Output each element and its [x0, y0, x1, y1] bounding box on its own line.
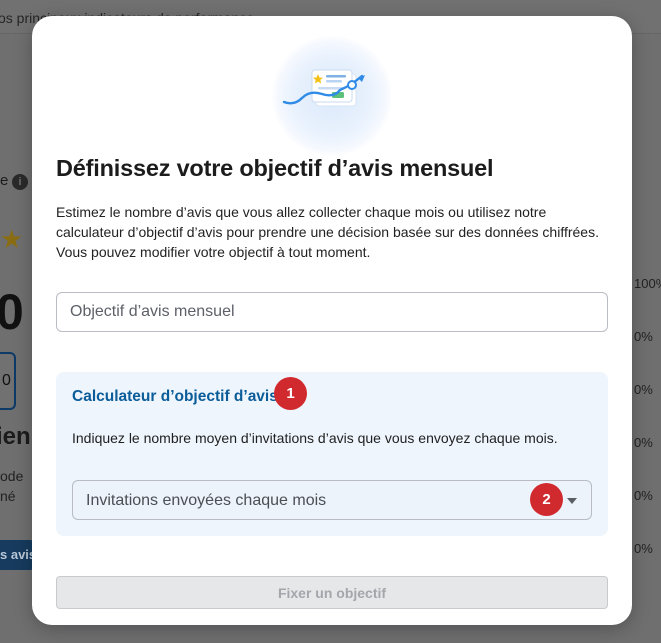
modal-title: Définissez votre objectif d’avis mensuel [56, 155, 494, 181]
calculator-description: Indiquez le nombre moyen d’invitations d… [72, 430, 558, 446]
chart-document-illustration-icon [272, 36, 392, 156]
background-label-fragment: e [0, 172, 9, 189]
background-percentage: 0% [634, 329, 653, 344]
step-marker-1: 1 [274, 377, 307, 410]
background-percentage: 0% [634, 541, 653, 556]
background-heading-fragment: ien [0, 423, 31, 450]
chevron-down-icon[interactable] [567, 498, 577, 504]
background-box: 0 [0, 352, 16, 410]
step-marker-2: 2 [530, 483, 563, 516]
invitations-select[interactable]: Invitations envoyées chaque mois 2 [72, 480, 592, 520]
illustration-graphic [282, 69, 365, 107]
background-line-fragment-2: né [0, 488, 16, 504]
background-line-fragment-1: ode [0, 468, 24, 484]
modal-description: Estimez le nombre d’avis que vous allez … [56, 204, 599, 260]
background-button: s avis [0, 540, 34, 570]
invitations-select-placeholder: Invitations envoyées chaque mois [86, 492, 327, 509]
calculator-title: Calculateur d’objectif d’avis [72, 388, 278, 405]
monthly-goal-input[interactable] [56, 292, 608, 332]
background-percentage: 0% [634, 488, 653, 503]
info-icon: i [12, 174, 28, 190]
background-percentage: 0% [634, 435, 653, 450]
background-big-number: 0 [0, 284, 24, 340]
background-percentage: 0% [634, 382, 653, 397]
star-icon: ★ [0, 224, 24, 254]
set-goal-button[interactable]: Fixer un objectif [56, 576, 608, 609]
calculator-panel: Calculateur d’objectif d’avis 1 Indiquez… [56, 372, 608, 536]
goal-modal: Définissez votre objectif d’avis mensuel… [32, 16, 632, 625]
background-percentage: 100% [634, 276, 661, 291]
background-box-digit: 0 [2, 372, 11, 389]
